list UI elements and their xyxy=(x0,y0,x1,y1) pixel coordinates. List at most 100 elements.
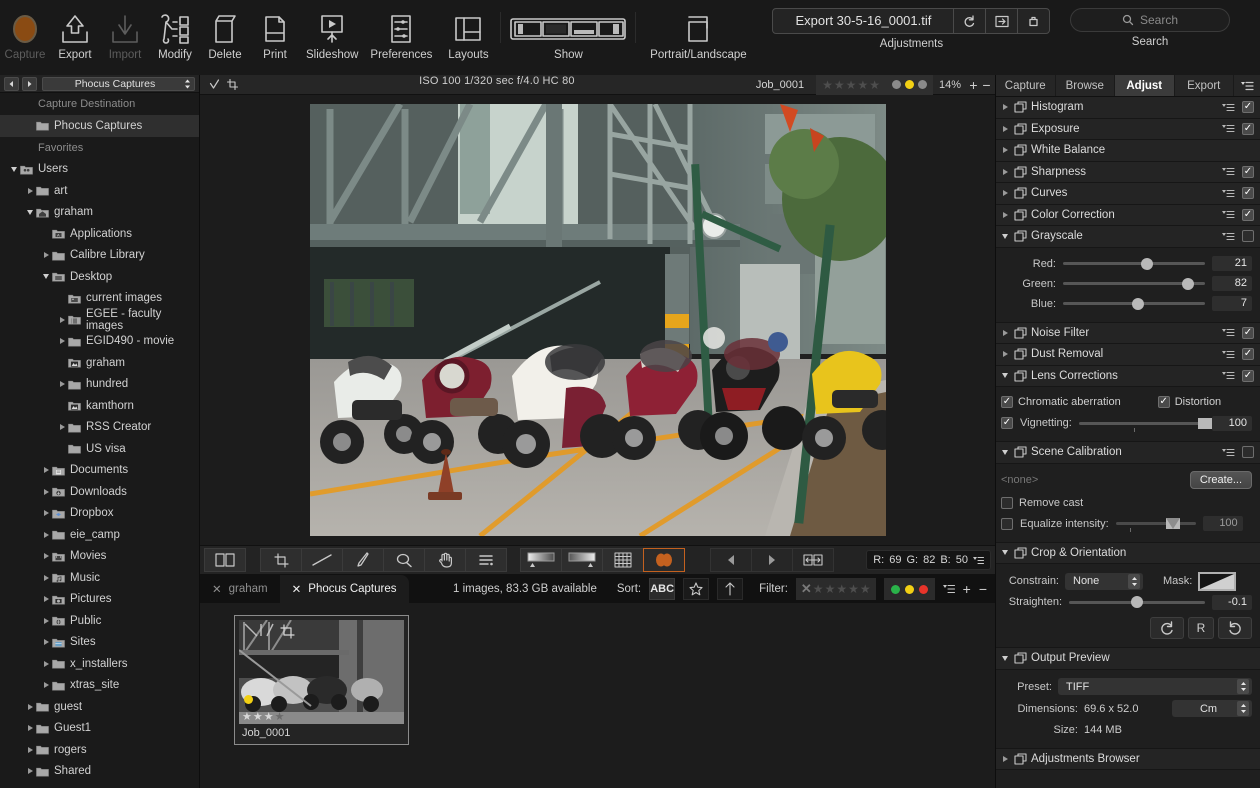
tab-export[interactable]: Export xyxy=(1175,75,1234,96)
tool-menu-icon[interactable] xyxy=(1222,350,1236,359)
tool-enable-checkbox[interactable]: ✓ xyxy=(1242,369,1254,382)
crop-indicator-icon[interactable] xyxy=(227,79,238,90)
sidebar-item-dropbox[interactable]: Dropbox xyxy=(0,503,199,525)
twisty-right-icon[interactable] xyxy=(40,660,52,667)
right-panel-menu-icon[interactable] xyxy=(1234,75,1260,96)
grayscale-blue-value[interactable]: 7 xyxy=(1212,296,1252,311)
tool-curves[interactable]: Curves ✓ xyxy=(996,183,1260,205)
unit-popup[interactable]: Cm xyxy=(1172,700,1252,717)
sidebar-item-guest[interactable]: guest xyxy=(0,696,199,718)
sidebar-item-phocus-captures[interactable]: Phocus Captures xyxy=(0,115,199,137)
sidebar-item-pictures[interactable]: Pictures xyxy=(0,589,199,611)
vignetting-slider[interactable] xyxy=(1078,417,1212,432)
rgb-menu-icon[interactable] xyxy=(973,556,984,565)
tool-color-correction[interactable]: Color Correction ✓ xyxy=(996,204,1260,226)
hand-tool-icon[interactable] xyxy=(424,548,466,572)
tool-enable-checkbox[interactable]: ✓ xyxy=(1242,208,1254,221)
thumbnail-star-rating[interactable]: ★ ★ ★ ★ xyxy=(242,710,285,723)
tool-enable-checkbox[interactable]: ✓ xyxy=(1242,101,1254,114)
twisty-right-icon[interactable] xyxy=(999,104,1011,111)
sidebar-item-calibre-library[interactable]: Calibre Library xyxy=(0,245,199,267)
sidebar-item-eie-camp[interactable]: eie_camp xyxy=(0,524,199,546)
tool-menu-icon[interactable] xyxy=(1222,210,1236,219)
sidebar-stepper-icon[interactable] xyxy=(184,79,191,89)
grayscale-red-slider[interactable] xyxy=(1063,257,1205,270)
tool-lens-corrections[interactable]: Lens Corrections ✓ xyxy=(996,365,1260,387)
tool-exposure[interactable]: Exposure ✓ xyxy=(996,118,1260,140)
paste-adjustments-icon[interactable] xyxy=(1017,9,1049,33)
mask-swatch[interactable] xyxy=(1198,571,1237,591)
browser-zoom-out-button[interactable]: − xyxy=(979,581,991,597)
tool-output-preview[interactable]: Output Preview xyxy=(996,648,1260,670)
grayscale-green-slider[interactable] xyxy=(1063,277,1205,290)
sidebar-forward-button[interactable] xyxy=(22,76,37,91)
unit-stepper-icon[interactable] xyxy=(1237,701,1249,716)
sort-direction-button[interactable] xyxy=(717,578,744,600)
tool-noise-filter[interactable]: Noise Filter ✓ xyxy=(996,322,1260,344)
tool-menu-icon[interactable] xyxy=(1222,124,1236,133)
twisty-right-icon[interactable] xyxy=(24,768,36,775)
grayscale-green-value[interactable]: 82 xyxy=(1212,276,1252,291)
straighten-value[interactable]: -0.1 xyxy=(1212,594,1252,610)
sidebar-item-applications[interactable]: A Applications xyxy=(0,223,199,245)
tool-menu-icon[interactable] xyxy=(1222,167,1236,176)
tool-enable-checkbox[interactable]: ✓ xyxy=(1242,187,1254,200)
flip-icon[interactable] xyxy=(792,548,834,572)
twisty-right-icon[interactable] xyxy=(40,467,52,474)
tool-crop-orientation[interactable]: Crop & Orientation xyxy=(996,542,1260,564)
twisty-right-icon[interactable] xyxy=(24,725,36,732)
sort-abc-button[interactable]: ABC xyxy=(649,578,676,600)
tab-browse[interactable]: Browse xyxy=(1056,75,1115,96)
tool-histogram[interactable]: Histogram ✓ xyxy=(996,97,1260,119)
twisty-right-icon[interactable] xyxy=(999,755,1011,762)
preset-stepper-icon[interactable] xyxy=(1237,679,1249,694)
preset-popup[interactable]: TIFF xyxy=(1058,678,1252,695)
sidebar-item-rogers[interactable]: rogers xyxy=(0,739,199,761)
browser-zoom-in-button[interactable]: + xyxy=(963,581,971,597)
sidebar-item-documents[interactable]: Documents xyxy=(0,460,199,482)
twisty-right-icon[interactable] xyxy=(999,168,1011,175)
next-icon[interactable] xyxy=(751,548,793,572)
gradient-down-icon[interactable] xyxy=(520,548,562,572)
sidebar-location-popup[interactable]: Phocus Captures xyxy=(42,76,195,91)
grayscale-blue-slider[interactable] xyxy=(1063,297,1205,310)
remove-cast-checkbox[interactable] xyxy=(1001,496,1013,509)
sort-star-button[interactable] xyxy=(683,578,710,600)
star-1[interactable]: ★ xyxy=(822,79,833,91)
sidebar-item-guest1[interactable]: Guest1 xyxy=(0,718,199,740)
toolbar-print-button[interactable]: Print xyxy=(250,8,300,61)
tool-menu-icon[interactable] xyxy=(1222,328,1236,337)
tool-menu-icon[interactable] xyxy=(1222,448,1236,457)
sidebar-item-egee-faculty-images[interactable]: EGEE - faculty images xyxy=(0,308,199,332)
adjustments-value[interactable]: Export 30-5-16_0001.tif xyxy=(773,9,953,33)
chromatic-aberration-checkbox[interactable]: ✓ xyxy=(1001,396,1013,408)
tool-menu-icon[interactable] xyxy=(1222,103,1236,112)
twisty-right-icon[interactable] xyxy=(999,125,1011,132)
toolbar-capture-button[interactable]: Capture xyxy=(0,8,50,61)
straighten-slider[interactable] xyxy=(1069,596,1205,608)
crop-icon[interactable] xyxy=(260,548,302,572)
tab-adjust[interactable]: Adjust xyxy=(1115,75,1175,96)
twisty-right-icon[interactable] xyxy=(40,617,52,624)
toolbar-slideshow-button[interactable]: Slideshow xyxy=(300,8,364,61)
twisty-right-icon[interactable] xyxy=(999,351,1011,358)
twisty-right-icon[interactable] xyxy=(40,252,52,259)
zoom-out-button[interactable]: − xyxy=(980,77,993,93)
gradient-up-icon[interactable] xyxy=(561,548,603,572)
tool-enable-checkbox[interactable]: ✓ xyxy=(1242,122,1254,135)
twisty-right-icon[interactable] xyxy=(24,703,36,710)
star-5[interactable]: ★ xyxy=(869,79,880,91)
twisty-right-icon[interactable] xyxy=(40,531,52,538)
prev-icon[interactable] xyxy=(710,548,752,572)
tool-grayscale[interactable]: Grayscale xyxy=(996,226,1260,248)
sidebar-item-downloads[interactable]: Downloads xyxy=(0,481,199,503)
image-preview-area[interactable] xyxy=(200,95,995,545)
constrain-stepper-icon[interactable] xyxy=(1128,573,1140,589)
twisty-right-icon[interactable] xyxy=(40,574,52,581)
browser-tab-graham[interactable]: ✕ graham xyxy=(200,575,280,603)
close-icon[interactable]: ✕ xyxy=(292,582,302,596)
sidebar-item-sites[interactable]: Sites xyxy=(0,632,199,654)
star-4[interactable]: ★ xyxy=(857,79,868,91)
info-bar-star-rating[interactable]: ★ ★ ★ ★ ★ xyxy=(816,74,886,95)
search-input[interactable]: Search xyxy=(1070,8,1230,32)
